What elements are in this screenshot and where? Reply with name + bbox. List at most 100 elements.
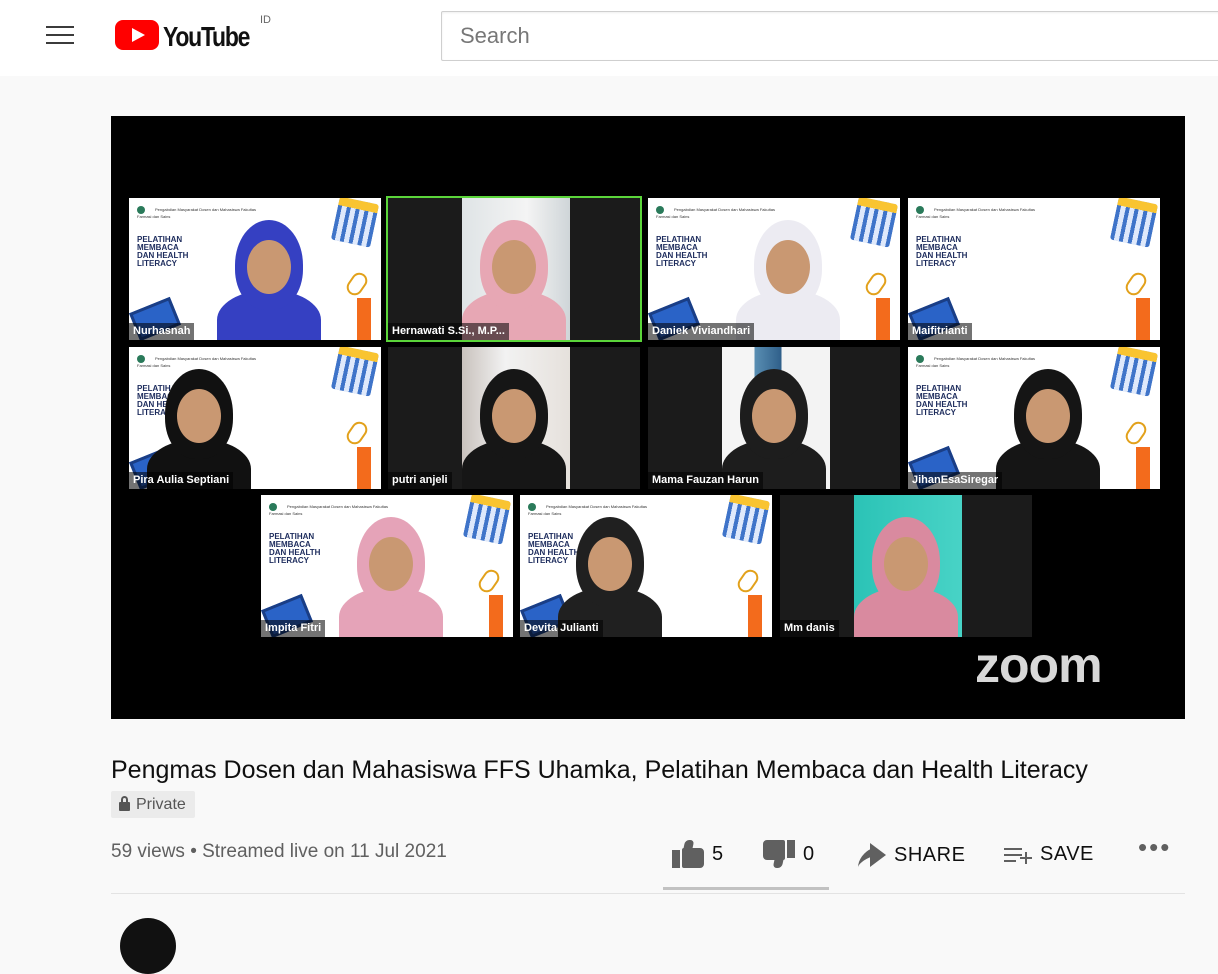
calculator-graphic bbox=[849, 198, 899, 248]
search-box[interactable] bbox=[441, 11, 1218, 61]
menu-icon[interactable] bbox=[46, 26, 74, 46]
participant-tile: Hernawati S.Si., M.P... bbox=[386, 196, 642, 342]
thumbs-down-icon bbox=[763, 840, 795, 868]
participant-video bbox=[854, 509, 958, 637]
paperclip-graphic bbox=[343, 418, 371, 448]
paperclip-graphic bbox=[862, 269, 890, 299]
slide-title: PELATIHAN MEMBACA DAN HEALTH LITERACY bbox=[916, 384, 968, 417]
participant-tile: putri anjeli bbox=[388, 347, 640, 489]
participant-face bbox=[752, 389, 796, 443]
more-actions-button[interactable]: ••• bbox=[1138, 834, 1171, 860]
calculator-graphic bbox=[1109, 198, 1159, 248]
share-button[interactable]: SHARE bbox=[856, 843, 965, 867]
youtube-logo[interactable]: YouTube ID bbox=[115, 14, 271, 54]
participant-face bbox=[492, 240, 536, 294]
country-code: ID bbox=[260, 14, 271, 26]
dislike-count: 0 bbox=[803, 842, 815, 865]
participant-tile: Pengabdian Masyarakat Dosen dan Mahasisw… bbox=[908, 198, 1160, 340]
participant-name: JihanEsaSiregar bbox=[908, 472, 1003, 489]
book-spine-graphic bbox=[489, 595, 503, 637]
participant-tile: Pengabdian Masyarakat Dosen dan Mahasisw… bbox=[648, 198, 900, 340]
participant-name: Daniek Viviandhari bbox=[648, 323, 755, 340]
paperclip-graphic bbox=[343, 269, 371, 299]
participant-tile: Pengabdian Masyarakat Dosen dan Mahasisw… bbox=[129, 198, 381, 340]
thumbs-up-icon bbox=[672, 840, 704, 868]
logo-text: YouTube bbox=[163, 21, 250, 52]
participant-tile: Pengabdian Masyarakat Dosen dan Mahasisw… bbox=[520, 495, 772, 637]
divider bbox=[111, 893, 1185, 894]
participant-video bbox=[147, 361, 251, 489]
video-player[interactable]: Mm danis Pengabdian Masyarakat Dosen dan … bbox=[111, 116, 1185, 719]
participant-face bbox=[369, 537, 413, 591]
slide-title: PELATIHAN MEMBACA DAN HEALTH LITERACY bbox=[656, 235, 708, 268]
book-spine-graphic bbox=[748, 595, 762, 637]
book-spine-graphic bbox=[1136, 298, 1150, 340]
save-button[interactable]: SAVE bbox=[1004, 843, 1094, 866]
participant-tile: Mama Fauzan Harun bbox=[648, 347, 900, 489]
slide-title: PELATIHAN MEMBACA DAN HEALTH LITERACY bbox=[916, 235, 968, 268]
participant-video bbox=[996, 361, 1100, 489]
participant-name: Impita Fitri bbox=[261, 620, 326, 637]
slide-title: PELATIHAN MEMBACA DAN HEALTH LITERACY bbox=[137, 235, 189, 268]
participant-name: Maifitrianti bbox=[908, 323, 972, 340]
participant-video bbox=[722, 361, 826, 489]
share-label: SHARE bbox=[894, 843, 966, 866]
calculator-graphic bbox=[330, 198, 380, 248]
participant-name: Mm danis bbox=[780, 620, 839, 637]
calculator-graphic bbox=[721, 495, 771, 545]
view-count-date: 59 views • Streamed live on 11 Jul 2021 bbox=[111, 841, 447, 862]
paperclip-graphic bbox=[734, 566, 762, 596]
participant-video bbox=[217, 212, 321, 340]
paperclip-graphic bbox=[1122, 269, 1150, 299]
like-button[interactable]: 5 bbox=[672, 840, 723, 868]
participant-name: Hernawati S.Si., M.P... bbox=[388, 323, 509, 340]
youtube-play-icon bbox=[115, 20, 159, 50]
sentiment-bar bbox=[663, 887, 829, 890]
channel-avatar[interactable] bbox=[120, 918, 176, 974]
participant-video bbox=[558, 509, 662, 637]
book-spine-graphic bbox=[357, 447, 371, 489]
book-spine-graphic bbox=[876, 298, 890, 340]
participant-face bbox=[766, 240, 810, 294]
slide-title: PELATIHAN MEMBACA DAN HEALTH LITERACY bbox=[269, 532, 321, 565]
participant-tile: Pengabdian Masyarakat Dosen dan Mahasisw… bbox=[129, 347, 381, 489]
privacy-badge: Private bbox=[111, 791, 195, 818]
participant-name: Devita Julianti bbox=[520, 620, 603, 637]
more-icon: ••• bbox=[1138, 832, 1172, 862]
playlist-add-icon bbox=[1004, 844, 1032, 866]
participant-video bbox=[462, 212, 566, 340]
participant-face bbox=[247, 240, 291, 294]
save-label: SAVE bbox=[1040, 843, 1094, 865]
top-bar: YouTube ID bbox=[0, 0, 1218, 76]
participant-tile: Pengabdian Masyarakat Dosen dan Mahasisw… bbox=[261, 495, 513, 637]
slide-header: Pengabdian Masyarakat Dosen dan Mahasisw… bbox=[916, 207, 1035, 219]
like-count: 5 bbox=[712, 842, 724, 865]
video-title: Pengmas Dosen dan Mahasiswa FFS Uhamka, … bbox=[111, 756, 1088, 784]
participant-face bbox=[492, 389, 536, 443]
calculator-graphic bbox=[330, 347, 380, 397]
share-arrow-icon bbox=[856, 843, 886, 867]
participant-video bbox=[339, 509, 443, 637]
calculator-graphic bbox=[462, 495, 512, 545]
participant-video bbox=[462, 361, 566, 489]
calculator-graphic bbox=[1109, 347, 1159, 397]
participant-tile: Mm danis bbox=[780, 495, 1032, 637]
participant-name: Mama Fauzan Harun bbox=[648, 472, 763, 489]
paperclip-graphic bbox=[475, 566, 503, 596]
search-input[interactable] bbox=[442, 12, 1218, 60]
privacy-label: Private bbox=[136, 795, 186, 813]
book-spine-graphic bbox=[1136, 447, 1150, 489]
book-spine-graphic bbox=[357, 298, 371, 340]
participant-tile: Pengabdian Masyarakat Dosen dan Mahasisw… bbox=[908, 347, 1160, 489]
participant-face bbox=[1026, 389, 1070, 443]
participant-face bbox=[884, 537, 928, 591]
lock-icon bbox=[119, 796, 130, 811]
paperclip-graphic bbox=[1122, 418, 1150, 448]
participant-name: putri anjeli bbox=[388, 472, 452, 489]
participant-video bbox=[736, 212, 840, 340]
participant-face bbox=[588, 537, 632, 591]
zoom-watermark: zoom bbox=[975, 637, 1103, 693]
participant-name: Pira Aulia Septiani bbox=[129, 472, 234, 489]
participant-face bbox=[177, 389, 221, 443]
dislike-button[interactable]: 0 bbox=[763, 840, 814, 868]
